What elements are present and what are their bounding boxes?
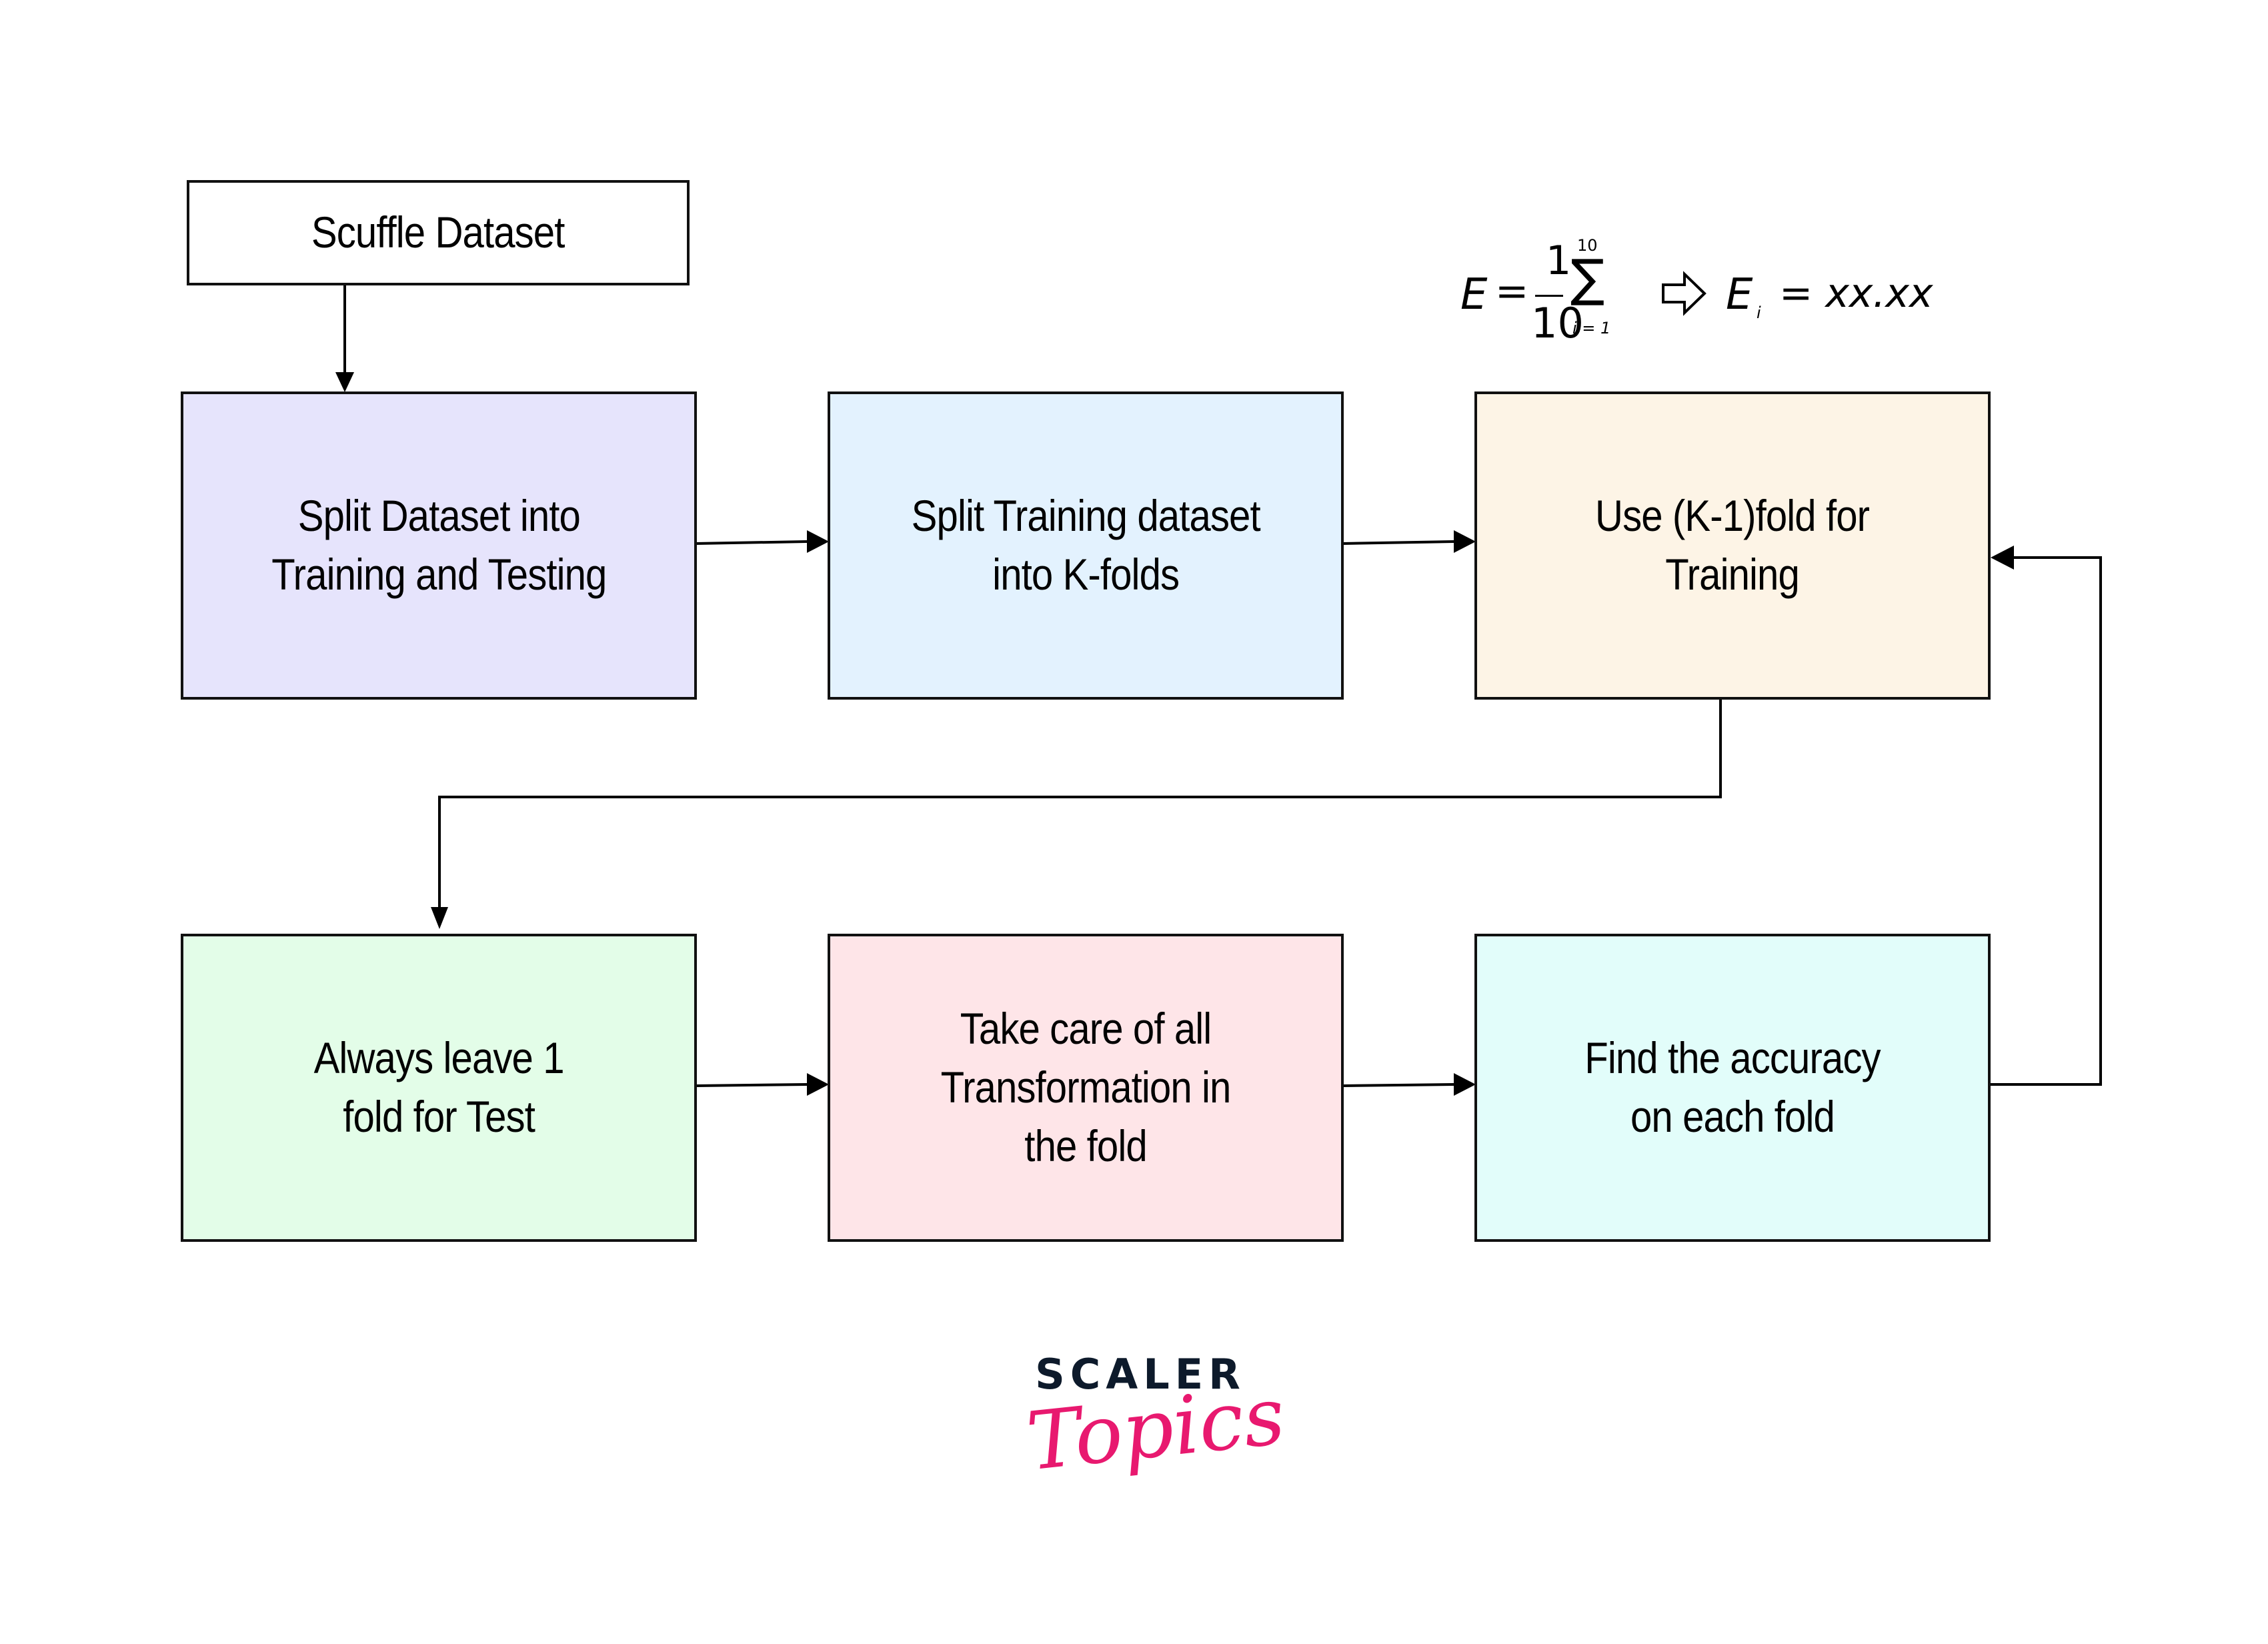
node-leave-one-fold: Always leave 1 fold for Test [181,934,697,1242]
edge-usek-to-leave [438,699,1722,910]
sigma-icon: ∑ [1570,248,1605,307]
formula-equals: = [1495,268,1529,315]
arrowhead-usek-to-leave [431,907,448,929]
node-label: Split Dataset into Training and Testing [271,491,607,599]
arrowhead-leave-to-transform [807,1073,829,1096]
arrowhead-accuracy-to-usek [1991,546,2014,570]
sum-lower-limit: i = 1 [1572,319,1611,337]
edge-leave-to-transform [695,1083,808,1087]
formula-rhs-var: E [1726,270,1753,319]
hollow-right-arrow-icon [1662,271,1707,316]
formula-rhs-value: = xx.xx [1779,270,1933,317]
logo-brand-bottom: Topics [1022,1369,1289,1489]
edge-split-to-kfolds [695,540,808,545]
edge-transform-to-accuracy [1342,1083,1454,1087]
node-transformations: Take care of all Transformation in the f… [828,934,1344,1242]
node-label: Use (K-1)fold for Training [1595,491,1870,599]
node-label: Scuffle Dataset [311,207,565,257]
edge-kfolds-to-usek [1342,540,1454,545]
node-label: Take care of all Transformation in the f… [940,1004,1232,1170]
arrowhead-split-to-kfolds [807,530,829,553]
node-label: Always leave 1 fold for Test [313,1033,564,1141]
node-shuffle-dataset: Scuffle Dataset [187,180,690,285]
formula-rhs-sub: i [1757,303,1761,322]
scaler-topics-logo: SCALER Topics [1023,1354,1289,1541]
arrowhead-transform-to-accuracy [1454,1073,1476,1096]
error-formula: E = 1 10 10 ∑ i = 1 E i = xx.xx [1460,236,1967,353]
node-label: Split Training dataset into K-folds [911,491,1260,599]
formula-lhs: E [1460,270,1488,319]
node-use-k-minus-1-fold: Use (K-1)fold for Training [1474,391,1991,700]
formula-numerator: 1 [1546,237,1572,284]
node-split-kfolds: Split Training dataset into K-folds [828,391,1344,700]
arrowhead-kfolds-to-usek [1454,530,1476,553]
node-label: Find the accuracy on each fold [1584,1033,1881,1141]
node-accuracy: Find the accuracy on each fold [1474,934,1991,1242]
node-split-train-test: Split Dataset into Training and Testing [181,391,697,700]
arrowhead-shuffle-to-split [335,372,354,392]
fraction-bar [1535,295,1563,297]
edge-accuracy-to-usek [1991,556,2102,1086]
